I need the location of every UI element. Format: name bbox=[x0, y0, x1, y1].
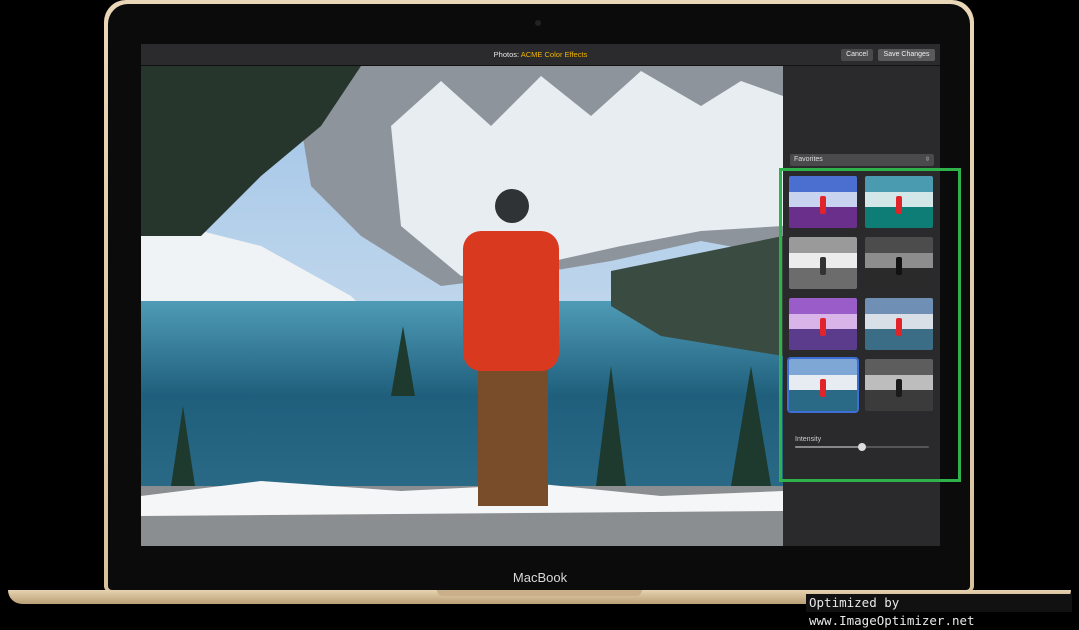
preset-select[interactable]: Favorites ⇳ bbox=[790, 154, 934, 166]
laptop-notch bbox=[437, 590, 642, 596]
camera-icon bbox=[535, 20, 541, 26]
extension-name: ACME Color Effects bbox=[520, 50, 588, 59]
photo-canvas bbox=[141, 66, 783, 546]
title-prefix: Photos: bbox=[493, 50, 520, 59]
landscape-photo bbox=[141, 66, 783, 546]
effects-highlight-box bbox=[779, 168, 961, 482]
watermark-text: Optimized by www.ImageOptimizer.net bbox=[806, 594, 1072, 628]
save-changes-button[interactable]: Save Changes bbox=[878, 49, 935, 61]
updown-arrows-icon: ⇳ bbox=[924, 157, 930, 163]
title-bar: Photos: ACME Color Effects Cancel Save C… bbox=[141, 44, 940, 66]
cancel-button[interactable]: Cancel bbox=[841, 49, 873, 61]
window-title: Photos: ACME Color Effects bbox=[141, 44, 940, 65]
device-label: MacBook bbox=[512, 570, 568, 585]
preset-select-value: Favorites bbox=[794, 156, 823, 163]
